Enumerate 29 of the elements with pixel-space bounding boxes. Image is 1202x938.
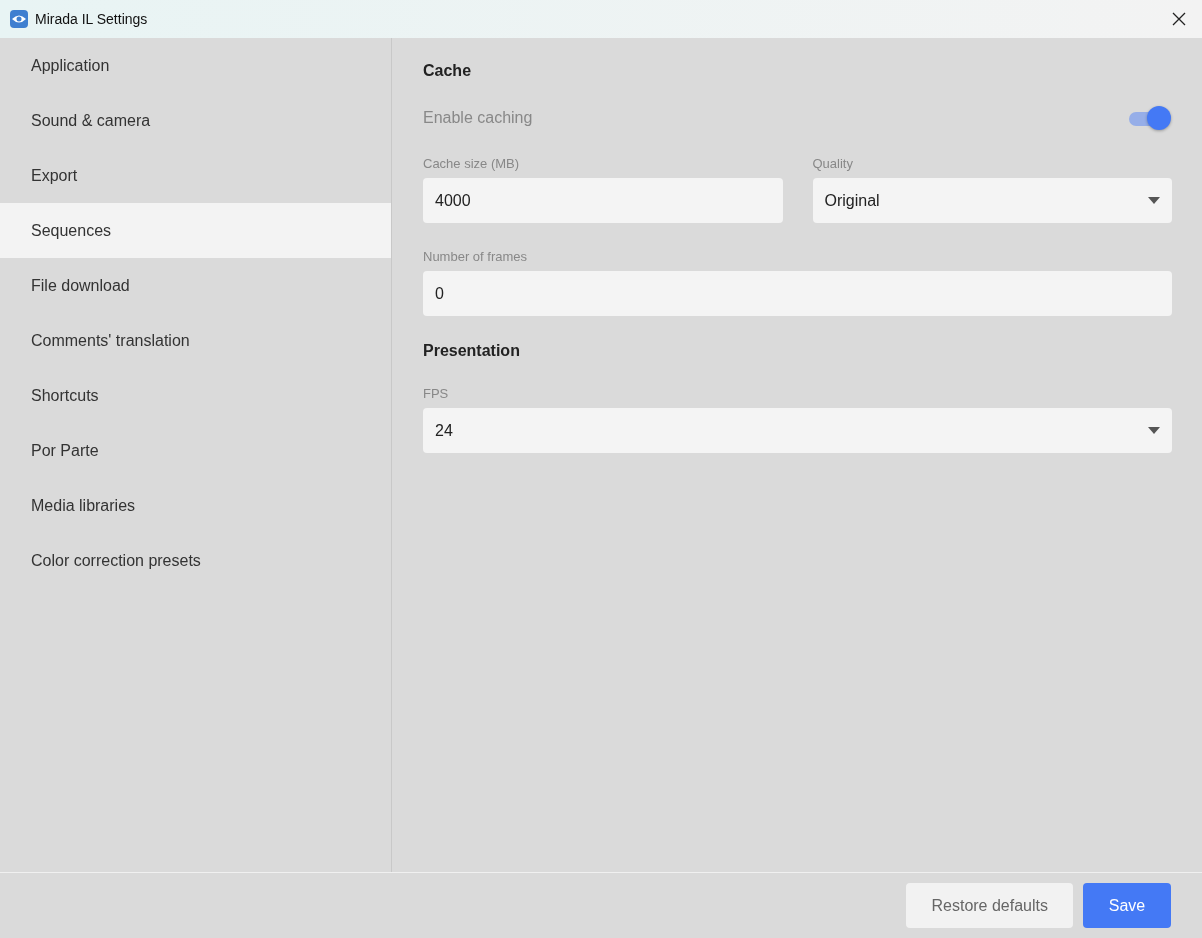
sidebar-item[interactable]: Por Parte <box>0 423 391 478</box>
dropdown[interactable]: Original <box>812 178 1172 223</box>
footer-button[interactable]: Restore defaults <box>906 883 1073 928</box>
field-label: Cache size (MB) <box>423 156 521 171</box>
field-label: Number of frames <box>423 249 529 264</box>
toggle-switch[interactable] <box>1128 105 1172 131</box>
close-icon[interactable] <box>1172 12 1186 26</box>
sidebar-item[interactable]: Comments' translation <box>0 313 391 368</box>
input-field[interactable]: 0 <box>423 271 1172 316</box>
toggle-label: Enable caching <box>423 109 533 127</box>
caret-icon <box>1148 197 1160 204</box>
dropdown[interactable]: 24 <box>423 408 1172 453</box>
section-heading: Presentation <box>423 342 521 361</box>
sidebar-item[interactable]: Sequences <box>0 203 391 258</box>
footer-button[interactable]: Save <box>1083 883 1171 928</box>
input-field[interactable]: 4000 <box>423 178 783 223</box>
caret-icon <box>1148 427 1160 434</box>
sidebar-item[interactable]: Application <box>0 38 391 93</box>
sidebar-item[interactable]: Sound & camera <box>0 93 391 148</box>
sidebar-item[interactable]: Color correction presets <box>0 533 391 588</box>
section-heading: Cache <box>423 62 473 81</box>
app-logo-icon <box>10 10 28 28</box>
sidebar-item[interactable]: File download <box>0 258 391 313</box>
field-label: FPS <box>423 386 450 401</box>
sidebar-item[interactable]: Media libraries <box>0 478 391 533</box>
sidebar-item[interactable]: Shortcuts <box>0 368 391 423</box>
window-title: Mirada IL Settings <box>35 11 149 27</box>
sidebar-item[interactable]: Export <box>0 148 391 203</box>
field-label: Quality <box>812 156 854 171</box>
